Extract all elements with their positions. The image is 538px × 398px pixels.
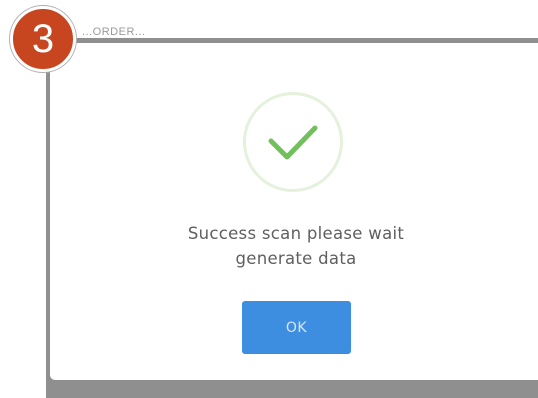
success-check-ring — [243, 92, 343, 192]
success-dialog: Success scan please wait generate data O… — [50, 43, 538, 380]
success-message-line-1: Success scan please wait — [187, 224, 405, 243]
checkmark-icon — [268, 125, 318, 160]
step-number-badge: 3 — [10, 6, 76, 72]
background-text: ...ORDER... — [82, 26, 146, 38]
success-message-line-2: generate data — [235, 249, 357, 268]
ok-button[interactable]: OK — [242, 301, 351, 354]
success-message: Success scan please wait generate data — [130, 221, 462, 271]
